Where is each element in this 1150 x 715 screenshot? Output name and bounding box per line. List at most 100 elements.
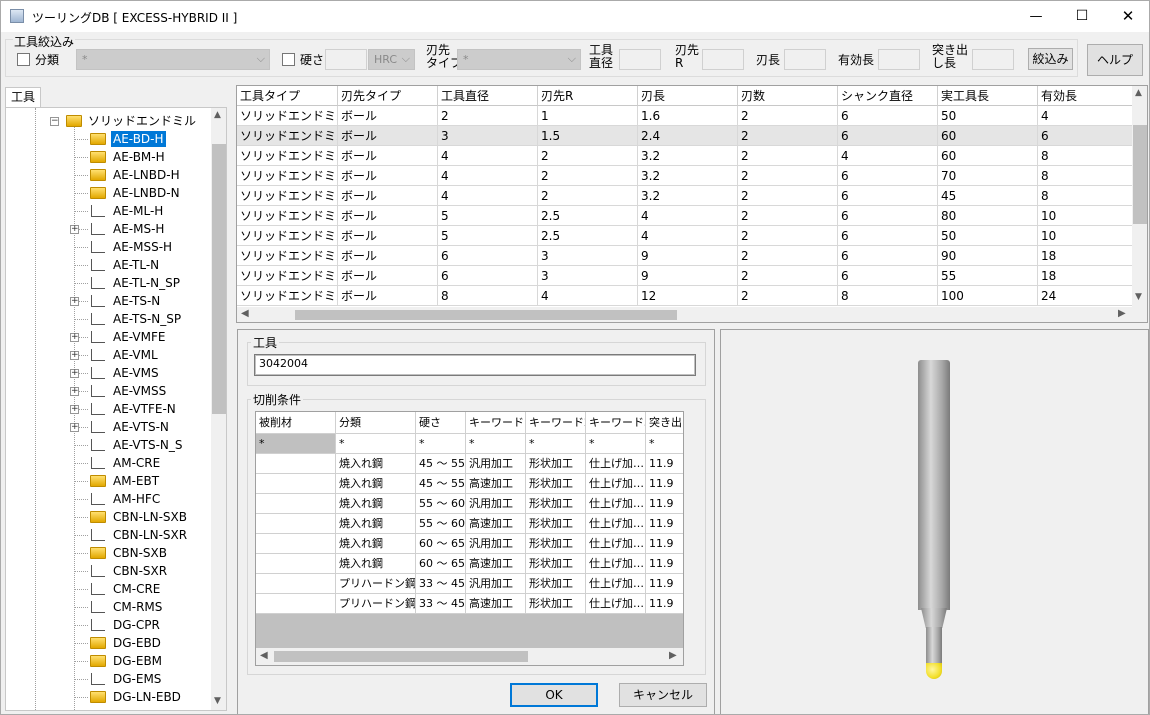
maximize-button[interactable]: ☐ <box>1059 1 1105 32</box>
expand-icon[interactable]: + <box>70 387 79 396</box>
column-header[interactable]: 有効長 <box>1038 86 1138 106</box>
table-cell[interactable]: 2 <box>738 226 838 246</box>
scrollbar-thumb[interactable] <box>295 310 677 320</box>
table-cell[interactable]: 2 <box>738 106 838 126</box>
table-cell[interactable]: 汎用加工 <box>466 574 526 594</box>
table-row[interactable]: ソリッドエンドミル ボール 2 1 1.6 2 6 50 4 <box>237 106 1138 126</box>
table-cell[interactable]: 55 ～ 60 <box>416 494 466 514</box>
column-header[interactable]: 工具タイプ <box>237 86 338 106</box>
grid-horizontal-scrollbar[interactable]: ◀ ▶ <box>237 307 1147 322</box>
scrollbar-thumb[interactable] <box>274 651 528 662</box>
table-cell[interactable]: 2 <box>738 126 838 146</box>
table-cell[interactable]: 焼入れ鋼 <box>336 454 416 474</box>
filter-cell[interactable]: * <box>466 434 526 454</box>
table-cell[interactable]: ソリッドエンドミル <box>237 266 338 286</box>
table-cell[interactable]: 形状加工 <box>526 514 586 534</box>
table-cell[interactable]: ボール <box>338 186 438 206</box>
table-cell[interactable]: 2 <box>738 206 838 226</box>
filter-cell[interactable]: * <box>336 434 416 454</box>
column-header[interactable]: 刃先タイプ <box>338 86 438 106</box>
column-header[interactable]: 実工具長 <box>938 86 1038 106</box>
table-cell[interactable]: 2 <box>538 186 638 206</box>
table-cell[interactable]: 汎用加工 <box>466 494 526 514</box>
help-button[interactable]: ヘルプ <box>1087 44 1143 76</box>
table-cell[interactable]: 2 <box>538 146 638 166</box>
scroll-left-icon[interactable]: ◀ <box>241 308 249 319</box>
table-cell[interactable]: 仕上げ加… <box>586 514 646 534</box>
column-header[interactable]: 硬さ <box>416 412 466 434</box>
table-cell[interactable]: 11.9 <box>646 594 683 614</box>
table-cell[interactable]: ソリッドエンドミル <box>237 226 338 246</box>
table-cell[interactable]: 55 <box>938 266 1038 286</box>
table-cell[interactable]: 仕上げ加… <box>586 554 646 574</box>
table-cell[interactable]: 1.5 <box>538 126 638 146</box>
table-cell[interactable]: 3.2 <box>638 146 738 166</box>
table-cell[interactable]: 60 <box>938 146 1038 166</box>
table-cell[interactable]: ボール <box>338 206 438 226</box>
collapse-icon[interactable]: − <box>50 117 59 126</box>
tab-tools[interactable]: 工具 <box>5 87 41 108</box>
table-cell[interactable]: 仕上げ加… <box>586 474 646 494</box>
table-cell[interactable]: 9 <box>638 266 738 286</box>
scroll-up-icon[interactable]: ▲ <box>1135 88 1142 98</box>
table-cell[interactable]: 焼入れ鋼 <box>336 474 416 494</box>
expand-icon[interactable]: + <box>70 405 79 414</box>
expand-icon[interactable]: + <box>70 369 79 378</box>
table-row[interactable]: プリハードン鋼,…33 ～ 45高速加工形状加工仕上げ加…11.9 <box>256 594 683 614</box>
table-cell[interactable]: ボール <box>338 246 438 266</box>
table-cell[interactable]: 2 <box>738 166 838 186</box>
table-cell[interactable]: 仕上げ加… <box>586 594 646 614</box>
table-cell[interactable] <box>256 494 336 514</box>
table-cell[interactable]: 4 <box>638 226 738 246</box>
table-cell[interactable]: 2 <box>738 186 838 206</box>
table-cell[interactable]: 仕上げ加… <box>586 454 646 474</box>
table-cell[interactable]: 11.9 <box>646 454 683 474</box>
table-cell[interactable]: 4 <box>438 186 538 206</box>
table-cell[interactable]: 33 ～ 45 <box>416 574 466 594</box>
table-cell[interactable]: 3 <box>538 266 638 286</box>
table-cell[interactable]: 形状加工 <box>526 574 586 594</box>
table-cell[interactable]: 8 <box>1038 146 1138 166</box>
filter-cell[interactable]: * <box>416 434 466 454</box>
table-cell[interactable]: 24 <box>1038 286 1138 306</box>
table-cell[interactable]: 2.5 <box>538 206 638 226</box>
table-cell[interactable]: プリハードン鋼,… <box>336 594 416 614</box>
table-row[interactable]: ソリッドエンドミル ボール 3 1.5 2.4 2 6 60 6 <box>237 126 1138 146</box>
table-cell[interactable] <box>256 594 336 614</box>
table-cell[interactable]: 2.4 <box>638 126 738 146</box>
table-cell[interactable]: 6 <box>838 246 938 266</box>
minimize-button[interactable]: — <box>1013 1 1059 32</box>
table-cell[interactable]: 6 <box>838 206 938 226</box>
table-cell[interactable] <box>256 514 336 534</box>
scrollbar-thumb[interactable] <box>212 144 226 414</box>
table-cell[interactable]: 18 <box>1038 246 1138 266</box>
table-cell[interactable]: 5 <box>438 226 538 246</box>
table-row[interactable]: ソリッドエンドミル ボール 4 2 3.2 2 4 60 8 <box>237 146 1138 166</box>
table-cell[interactable]: 形状加工 <box>526 494 586 514</box>
table-cell[interactable]: 4 <box>438 166 538 186</box>
edge-length-input[interactable] <box>784 49 826 70</box>
table-cell[interactable]: 8 <box>1038 186 1138 206</box>
table-cell[interactable]: 6 <box>838 166 938 186</box>
scroll-down-icon[interactable]: ▼ <box>214 696 221 706</box>
scroll-down-icon[interactable]: ▼ <box>1135 292 1142 302</box>
table-cell[interactable]: 焼入れ鋼 <box>336 554 416 574</box>
effective-length-input[interactable] <box>878 49 920 70</box>
table-cell[interactable]: プリハードン鋼,… <box>336 574 416 594</box>
table-cell[interactable]: 50 <box>938 226 1038 246</box>
table-cell[interactable]: 形状加工 <box>526 474 586 494</box>
scroll-up-icon[interactable]: ▲ <box>214 110 221 120</box>
table-cell[interactable]: 6 <box>838 106 938 126</box>
table-cell[interactable]: 11.9 <box>646 494 683 514</box>
table-cell[interactable]: 11.9 <box>646 554 683 574</box>
close-button[interactable]: ✕ <box>1105 1 1149 32</box>
table-cell[interactable]: ソリッドエンドミル <box>237 186 338 206</box>
table-cell[interactable]: 10 <box>1038 226 1138 246</box>
table-cell[interactable]: 45 ～ 55 <box>416 474 466 494</box>
table-cell[interactable]: 33 ～ 45 <box>416 594 466 614</box>
table-cell[interactable]: ボール <box>338 126 438 146</box>
expand-icon[interactable]: + <box>70 225 79 234</box>
table-cell[interactable]: ソリッドエンドミル <box>237 126 338 146</box>
table-cell[interactable]: 6 <box>438 266 538 286</box>
table-cell[interactable]: 形状加工 <box>526 534 586 554</box>
